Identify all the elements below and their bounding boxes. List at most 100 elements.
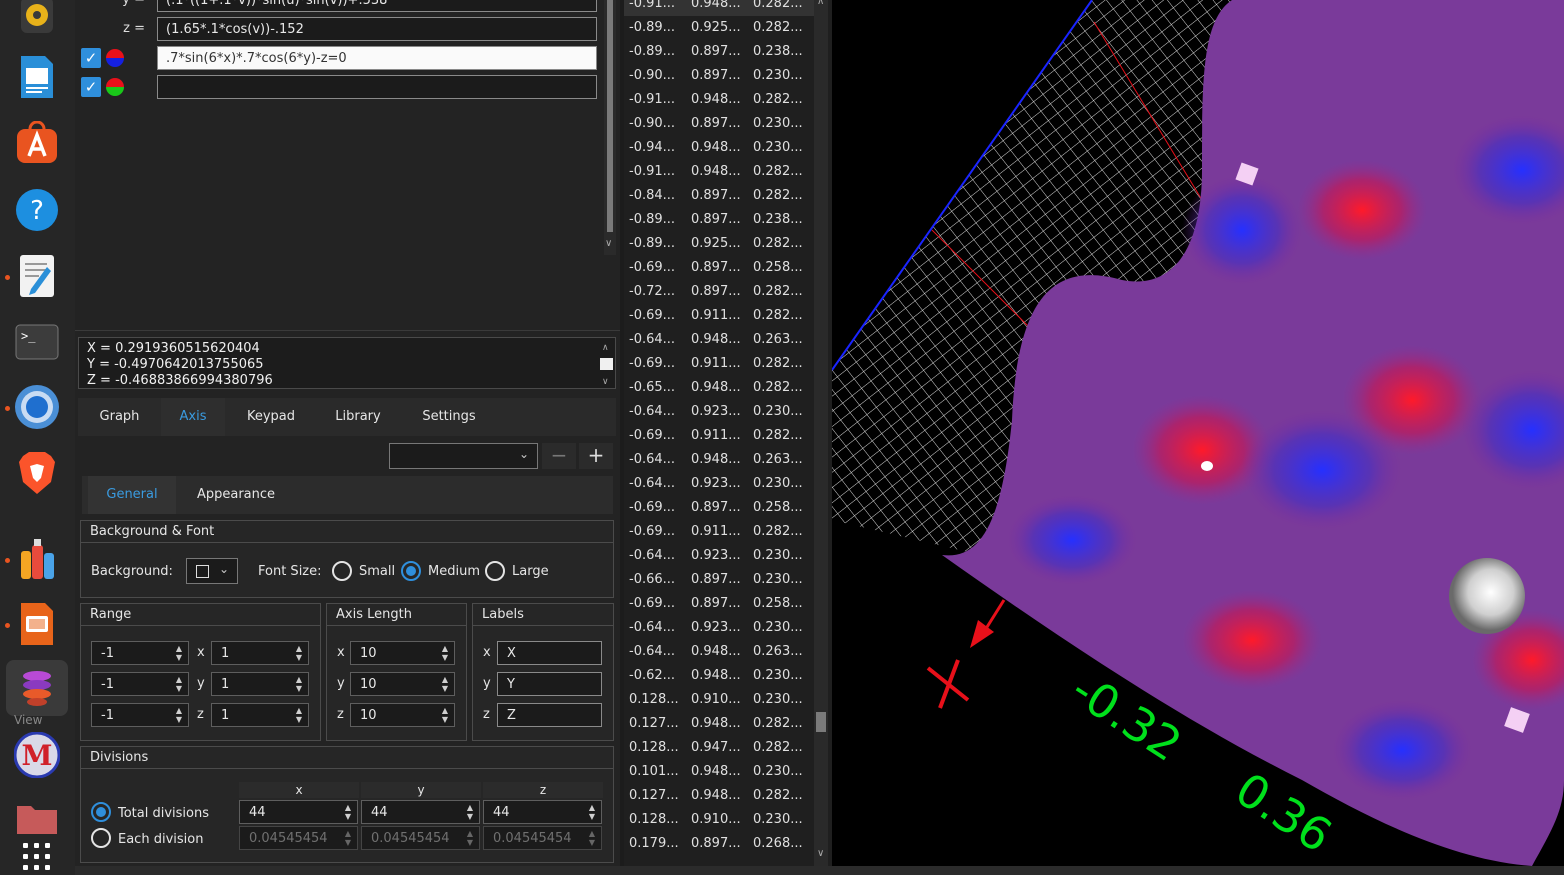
app-grid-icon[interactable] xyxy=(14,832,60,875)
table-row[interactable]: 0.128... 0.910... 0.230... xyxy=(624,688,814,712)
table-row[interactable]: -0.91... 0.948... 0.282... xyxy=(624,160,814,184)
table-row[interactable]: -0.69... 0.911... 0.282... xyxy=(624,520,814,544)
axis-name-input[interactable]: Z xyxy=(497,703,602,727)
m-app-icon[interactable]: M xyxy=(14,732,60,778)
table-row[interactable]: 0.128... 0.947... 0.282... xyxy=(624,736,814,760)
table-row[interactable]: -0.64... 0.948... 0.263... xyxy=(624,448,814,472)
table-row[interactable]: -0.69... 0.911... 0.282... xyxy=(624,352,814,376)
axis-name-input[interactable]: X xyxy=(497,641,602,665)
table-row[interactable]: -0.91... 0.948... 0.282... xyxy=(624,0,814,16)
table-row[interactable]: -0.89... 0.897... 0.238... xyxy=(624,40,814,64)
tab-keypad[interactable]: Keypad xyxy=(225,398,317,436)
range-min-input[interactable]: -1 ▲ ▼ xyxy=(91,641,189,665)
scrollbar-thumb[interactable] xyxy=(607,0,613,232)
subtab-appearance[interactable]: Appearance xyxy=(176,476,296,514)
equation-input[interactable]: (.1*((1+.1*v))*sin(u)*sin(v))+.538 xyxy=(157,0,597,12)
table-row[interactable]: -0.64... 0.923... 0.230... xyxy=(624,544,814,568)
table-row[interactable]: 0.101... 0.948... 0.230... xyxy=(624,760,814,784)
each-division-x-input[interactable]: 0.04545454 ▲ ▼ xyxy=(239,826,358,850)
table-row[interactable]: 0.127... 0.948... 0.282... xyxy=(624,712,814,736)
table-row[interactable]: 0.128... 0.910... 0.230... xyxy=(624,808,814,832)
axis-length-input[interactable]: 10 ▲ ▼ xyxy=(350,672,455,696)
each-division-radio[interactable] xyxy=(91,828,111,848)
table-scrollbar[interactable]: ∧ ∨ xyxy=(814,0,828,866)
scroll-down-icon[interactable]: ∨ xyxy=(605,238,612,249)
coords-scrollbar[interactable]: ∧ ∨ xyxy=(600,340,614,387)
table-row[interactable]: -0.66... 0.897... 0.230... xyxy=(624,568,814,592)
table-row[interactable]: 0.179... 0.897... 0.268... xyxy=(624,832,814,856)
equation-list-scrollbar[interactable]: ∨ xyxy=(604,0,616,255)
impress-icon[interactable] xyxy=(14,601,60,647)
table-row[interactable]: 0.127... 0.948... 0.282... xyxy=(624,784,814,808)
tab-settings[interactable]: Settings xyxy=(399,398,499,436)
total-divisions-radio[interactable] xyxy=(91,802,111,822)
total-divisions-y-input[interactable]: 44 ▲ ▼ xyxy=(361,800,480,824)
total-divisions-z-input[interactable]: 44 ▲ ▼ xyxy=(483,800,602,824)
range-min-input[interactable]: -1 ▲ ▼ xyxy=(91,703,189,727)
rhythmbox-icon[interactable] xyxy=(14,0,60,38)
table-row[interactable]: -0.69... 0.911... 0.282... xyxy=(624,304,814,328)
chromium-icon[interactable] xyxy=(14,384,60,430)
table-row[interactable]: -0.94... 0.948... 0.230... xyxy=(624,136,814,160)
table-row[interactable]: -0.64... 0.948... 0.263... xyxy=(624,640,814,664)
color-picker-icon[interactable] xyxy=(106,49,124,67)
table-row[interactable]: -0.69... 0.897... 0.258... xyxy=(624,256,814,280)
range-max-input[interactable]: 1 ▲ ▼ xyxy=(211,672,309,696)
table-row[interactable]: -0.62... 0.948... 0.230... xyxy=(624,664,814,688)
equation-input[interactable]: .7*sin(6*x)*.7*cos(6*y)-z=0 xyxy=(157,46,597,70)
table-row[interactable]: -0.69... 0.897... 0.258... xyxy=(624,496,814,520)
tab-axis[interactable]: Axis xyxy=(161,398,225,436)
total-divisions-x-input[interactable]: 44 ▲ ▼ xyxy=(239,800,358,824)
table-row[interactable]: -0.72... 0.897... 0.282... xyxy=(624,280,814,304)
table-row[interactable]: -0.89... 0.897... 0.238... xyxy=(624,208,814,232)
table-row[interactable]: -0.64... 0.923... 0.230... xyxy=(624,400,814,424)
tab-graph[interactable]: Graph xyxy=(78,398,161,436)
font-size-medium-radio[interactable] xyxy=(401,561,421,581)
table-row[interactable]: -0.69... 0.911... 0.282... xyxy=(624,424,814,448)
equation-input[interactable]: (1.65*.1*cos(v))-.152 xyxy=(157,17,597,41)
font-size-large-radio[interactable] xyxy=(485,561,505,581)
text-editor-icon[interactable] xyxy=(14,253,60,299)
font-size-small-radio[interactable] xyxy=(332,561,352,581)
brave-icon[interactable] xyxy=(14,450,60,496)
add-button[interactable]: + xyxy=(579,443,613,469)
table-row[interactable]: -0.64... 0.923... 0.230... xyxy=(624,472,814,496)
scrollbar-thumb[interactable] xyxy=(816,712,826,732)
background-color-select[interactable]: ⌄ xyxy=(186,558,238,584)
app-center-icon[interactable] xyxy=(14,120,60,166)
table-row[interactable]: -0.89... 0.925... 0.282... xyxy=(624,16,814,40)
table-row[interactable]: -0.64... 0.948... 0.263... xyxy=(624,328,814,352)
equation-visible-checkbox[interactable]: ✓ xyxy=(81,48,101,68)
table-row[interactable]: -0.69... 0.897... 0.258... xyxy=(624,592,814,616)
color-picker-icon[interactable] xyxy=(106,78,124,96)
range-max-input[interactable]: 1 ▲ ▼ xyxy=(211,703,309,727)
point-marker[interactable] xyxy=(1449,558,1525,634)
subtab-general[interactable]: General xyxy=(88,476,176,514)
scroll-down-icon[interactable]: ∨ xyxy=(817,848,824,859)
axis-length-input[interactable]: 10 ▲ ▼ xyxy=(350,641,455,665)
scrollbar-thumb[interactable] xyxy=(600,358,613,370)
table-row[interactable]: -0.91... 0.948... 0.282... xyxy=(624,88,814,112)
table-row[interactable]: -0.90... 0.897... 0.230... xyxy=(624,64,814,88)
table-row[interactable]: -0.90... 0.897... 0.230... xyxy=(624,112,814,136)
tab-library[interactable]: Library xyxy=(317,398,399,436)
help-icon[interactable]: ? xyxy=(14,187,60,233)
table-row[interactable]: -0.65... 0.948... 0.282... xyxy=(624,376,814,400)
range-min-input[interactable]: -1 ▲ ▼ xyxy=(91,672,189,696)
bottles-icon[interactable] xyxy=(14,536,60,582)
table-row[interactable]: -0.84... 0.897... 0.282... xyxy=(624,184,814,208)
text-editor-doc-icon[interactable] xyxy=(14,54,60,100)
equation-visible-checkbox[interactable]: ✓ xyxy=(81,77,101,97)
axis-preset-select[interactable]: ⌄ xyxy=(389,443,538,469)
axis-name-input[interactable]: Y xyxy=(497,672,602,696)
each-division-y-input[interactable]: 0.04545454 ▲ ▼ xyxy=(361,826,480,850)
terminal-icon[interactable]: >_ xyxy=(14,318,60,364)
table-row[interactable]: -0.64... 0.923... 0.230... xyxy=(624,616,814,640)
axis-length-input[interactable]: 10 ▲ ▼ xyxy=(350,703,455,727)
each-division-z-input[interactable]: 0.04545454 ▲ ▼ xyxy=(483,826,602,850)
graph-3d-view[interactable]: -0.32 0.36 xyxy=(832,0,1564,866)
remove-button[interactable]: − xyxy=(542,443,576,469)
range-max-input[interactable]: 1 ▲ ▼ xyxy=(211,641,309,665)
table-row[interactable]: -0.89... 0.925... 0.282... xyxy=(624,232,814,256)
stack-app-icon[interactable] xyxy=(6,660,68,716)
